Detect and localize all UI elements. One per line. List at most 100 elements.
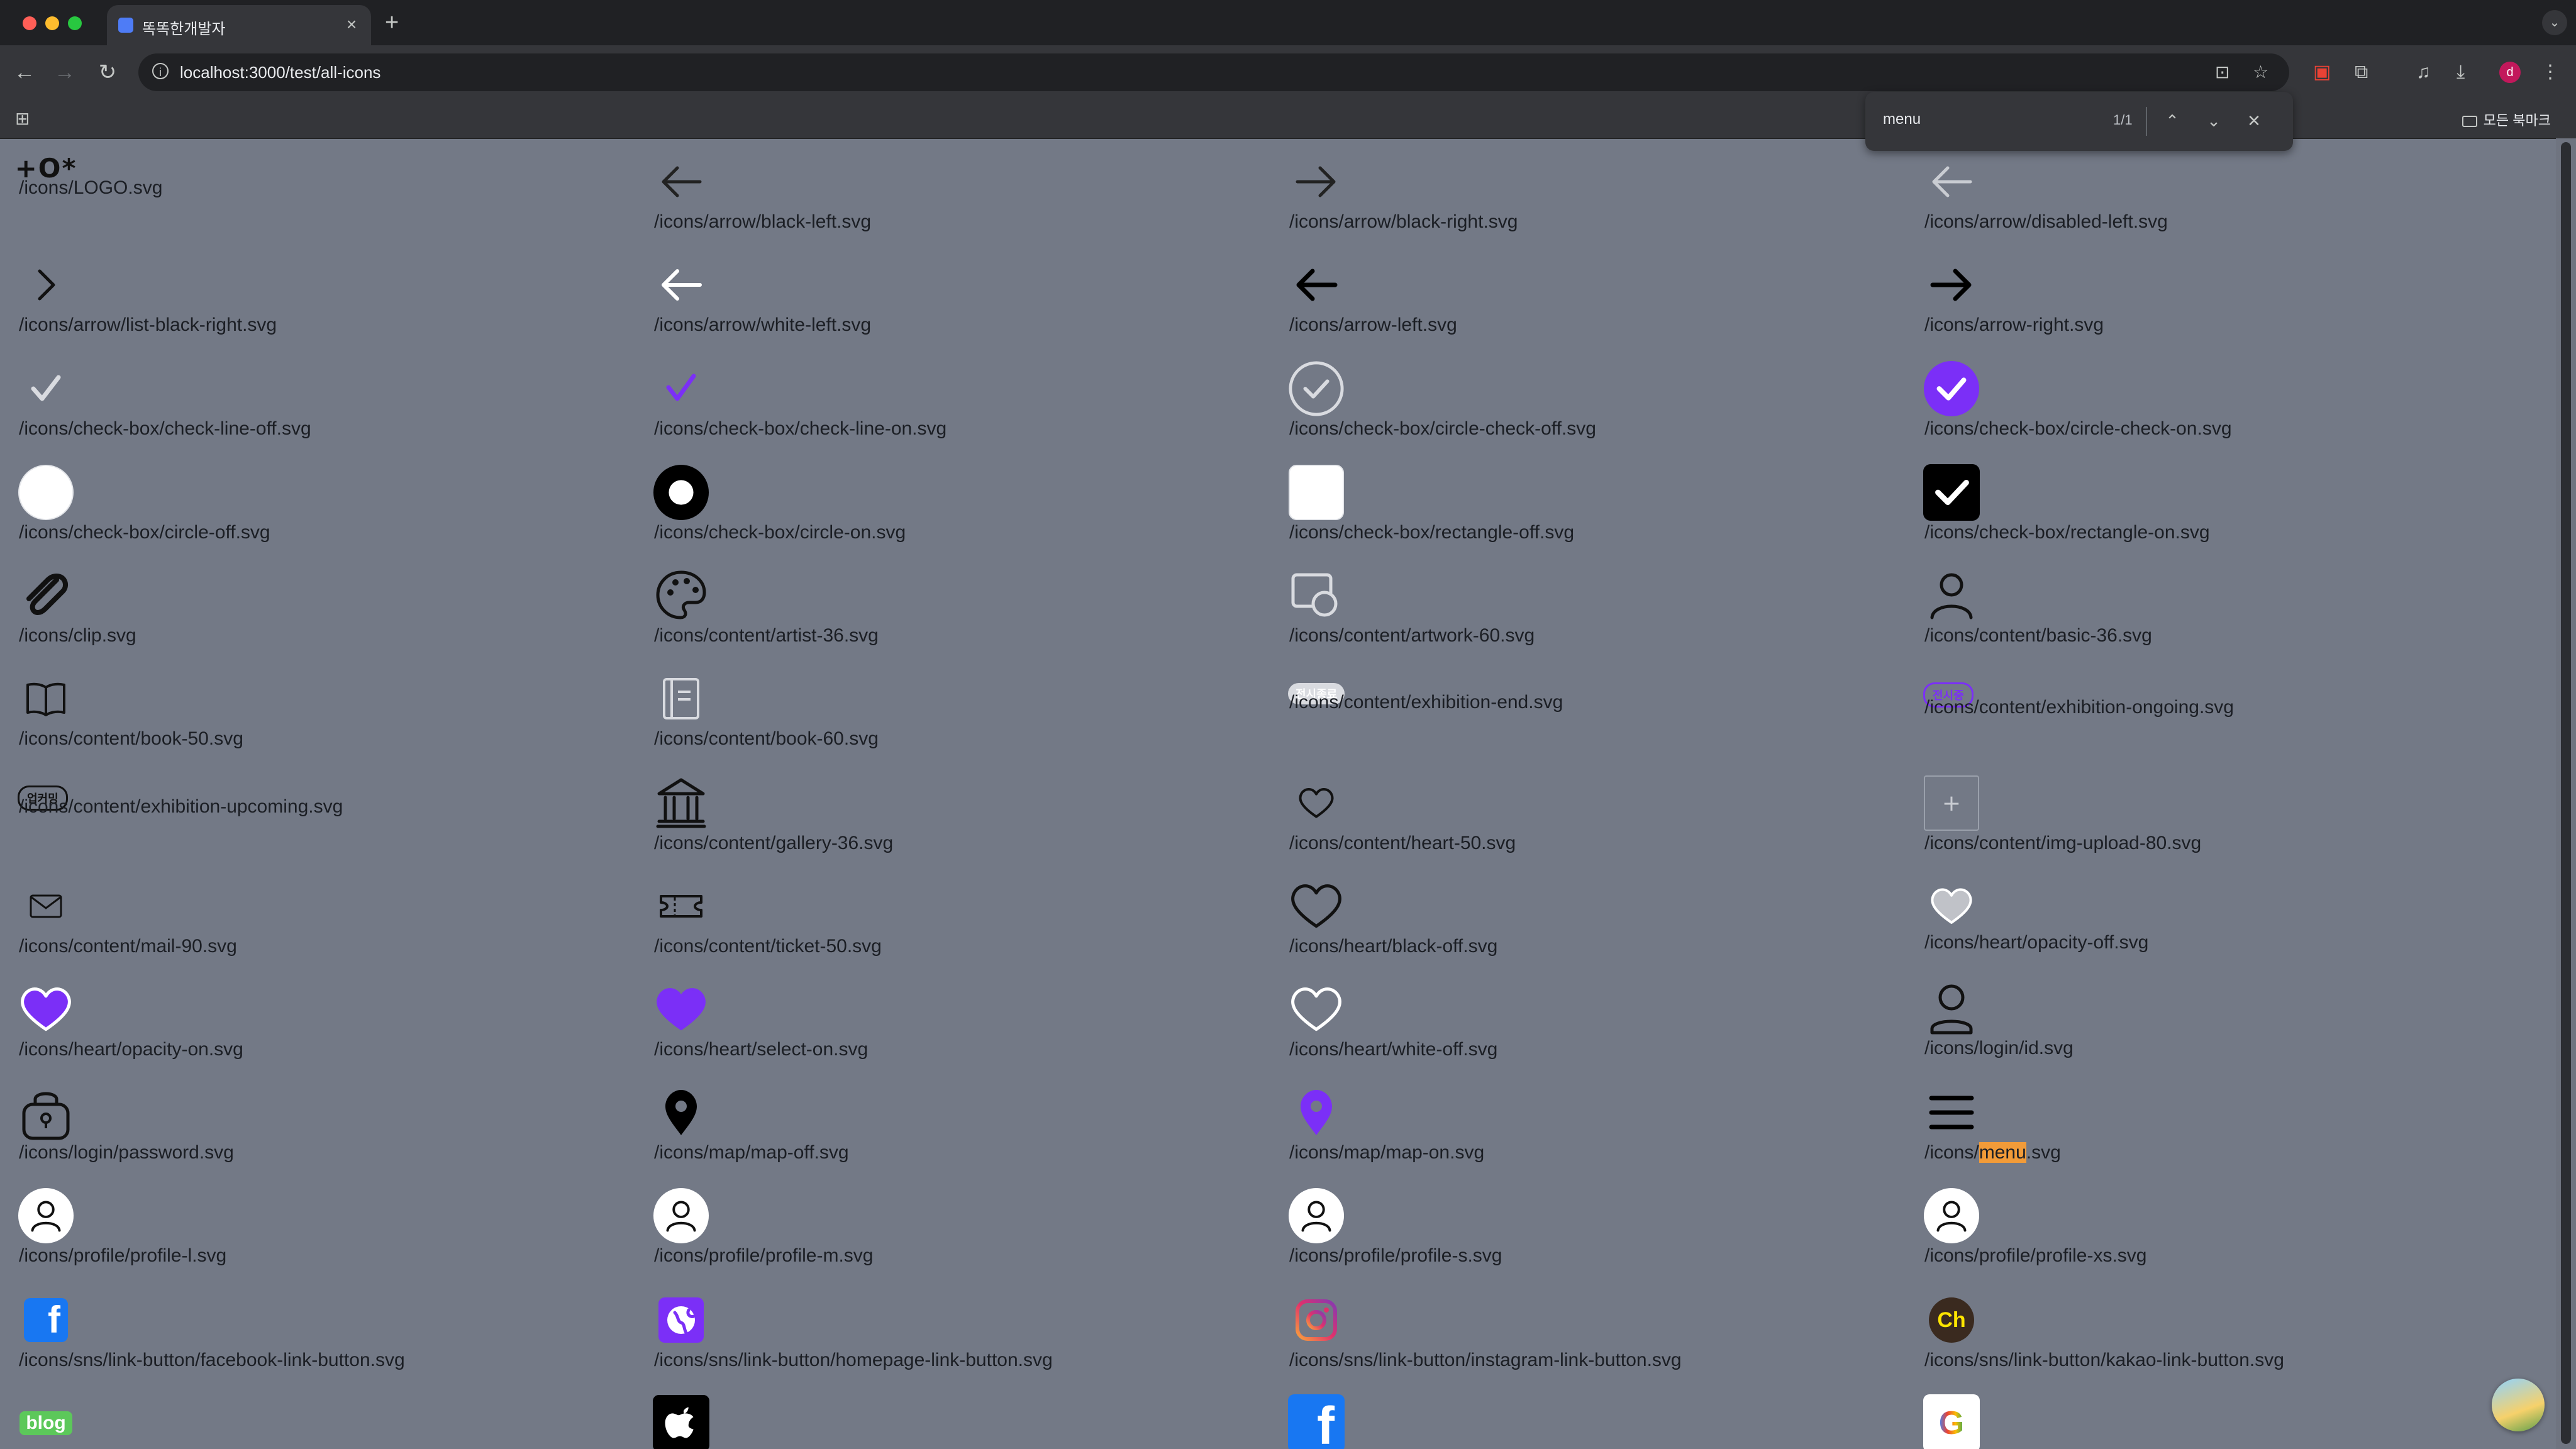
all-bookmarks-label: 모든 북마크 xyxy=(2483,113,2551,128)
mail-icon xyxy=(18,878,74,935)
icon-card: blog xyxy=(0,1390,629,1449)
minimize-window-button[interactable] xyxy=(45,16,59,30)
icon-path-label: /icons/heart/opacity-off.svg xyxy=(1924,932,2149,953)
book-icon xyxy=(653,670,709,727)
icon-card: /icons/content/book-50.svg xyxy=(0,665,629,766)
site-info-icon[interactable]: i xyxy=(152,63,169,79)
tab-strip: 똑똑한개발자 × + ⌄ xyxy=(0,0,2576,45)
icon-card: /icons/content/artist-36.svg xyxy=(635,562,1264,663)
icon-card: /icons/sns/link-button/homepage-link-but… xyxy=(635,1287,1264,1387)
extensions-puzzle-icon[interactable]: ⧉ xyxy=(2355,60,2368,84)
icon-card: /icons/profile/profile-m.svg xyxy=(635,1182,1264,1283)
icon-path-label: /icons/arrow/black-right.svg xyxy=(1289,211,1518,232)
apps-grid-icon[interactable]: ⊞ xyxy=(15,109,30,128)
tab-search-icon[interactable]: ⌄ xyxy=(2542,10,2567,35)
homepage-icon xyxy=(653,1292,709,1348)
close-window-button[interactable] xyxy=(23,16,36,30)
find-previous-icon[interactable]: ⌃ xyxy=(2161,109,2184,132)
icon-path-label: /icons/check-box/circle-check-on.svg xyxy=(1924,418,2232,439)
bookmark-star-icon[interactable]: ☆ xyxy=(2253,62,2268,83)
address-url[interactable]: localhost:3000/test/all-icons xyxy=(180,63,380,82)
check-on-icon xyxy=(653,360,709,417)
address-bar[interactable]: i localhost:3000/test/all-icons ⊡ ☆ xyxy=(138,53,2289,91)
path-prefix: /icons/ xyxy=(1924,1142,1979,1163)
icon-path-label: /icons/check-box/check-line-off.svg xyxy=(19,418,311,439)
icon-card: /icons/arrow/list-black-right.svg xyxy=(0,252,629,352)
circle-on-icon xyxy=(653,464,709,521)
icon-card: /icons/login/id.svg xyxy=(1906,976,2534,1077)
icon-path-label: /icons/sns/link-button/instagram-link-bu… xyxy=(1289,1350,1682,1370)
icon-path-label: /icons/login/password.svg xyxy=(19,1142,234,1163)
media-control-icon[interactable]: ♫ xyxy=(2416,60,2431,84)
icon-card: /icons/arrow-left.svg xyxy=(1270,252,1899,352)
new-tab-icon[interactable]: + xyxy=(385,10,399,35)
active-tab[interactable]: 똑똑한개발자 × xyxy=(107,5,371,45)
download-icon[interactable]: ⤓ xyxy=(2457,60,2465,84)
floating-avatar-button[interactable] xyxy=(2492,1379,2545,1431)
icon-path-label: /icons/content/img-upload-80.svg xyxy=(1924,833,2202,853)
icon-card: /icons/content/heart-50.svg xyxy=(1270,770,1899,870)
icon-card: 업커밍/icons/content/exhibition-upcoming.sv… xyxy=(0,770,629,870)
profile-icon xyxy=(1923,1187,1980,1244)
all-bookmarks-button[interactable]: 모든 북마크 xyxy=(2462,109,2551,130)
icon-path-label: /icons/sns/link-button/kakao-link-button… xyxy=(1924,1350,2284,1370)
find-next-icon[interactable]: ⌄ xyxy=(2202,109,2225,132)
icon-card: /icons/check-box/check-line-on.svg xyxy=(635,355,1264,456)
icon-path-label: /icons/heart/black-off.svg xyxy=(1289,936,1498,957)
icon-card: /icons/check-box/check-line-off.svg xyxy=(0,355,629,456)
icon-card: 전시중/icons/content/exhibition-ongoing.svg xyxy=(1906,665,2534,766)
icon-path-label: /icons/clip.svg xyxy=(19,625,136,646)
close-tab-icon[interactable]: × xyxy=(341,14,362,35)
reload-icon[interactable]: ↻ xyxy=(93,58,122,87)
arrow-left-icon xyxy=(653,153,709,210)
palette-icon xyxy=(653,567,709,624)
instagram-icon xyxy=(1288,1292,1345,1348)
favicon-icon xyxy=(118,18,133,33)
browser-menu-icon[interactable]: ⋮ xyxy=(2541,60,2560,84)
icon-card: /icons/profile/profile-xs.svg xyxy=(1906,1182,2534,1283)
find-input[interactable]: menu xyxy=(1883,111,1921,128)
icon-path-label: /icons/arrow/list-black-right.svg xyxy=(19,314,277,335)
icon-card: /icons/heart/select-on.svg xyxy=(635,976,1264,1077)
extension-red-icon[interactable]: ▣ xyxy=(2313,60,2331,84)
icon-path-label: /icons/profile/profile-xs.svg xyxy=(1924,1245,2147,1266)
icon-card: /icons/heart/white-off.svg xyxy=(1270,976,1899,1077)
maximize-window-button[interactable] xyxy=(68,16,82,30)
find-result-count: 1/1 xyxy=(2113,112,2133,128)
heart-small-icon xyxy=(1288,775,1345,831)
circle-check-off-icon xyxy=(1288,360,1345,417)
icon-path-label: /icons/arrow-right.svg xyxy=(1924,314,2104,335)
icon-card: /icons/heart/black-off.svg xyxy=(1270,873,1899,974)
icon-path-label: /icons/LOGO.svg xyxy=(19,177,163,198)
icon-path-label: /icons/content/basic-36.svg xyxy=(1924,625,2152,646)
icon-path-label: /icons/content/heart-50.svg xyxy=(1289,833,1516,853)
icon-path-label: /icons/menu.svg xyxy=(1924,1142,2061,1163)
gallery-icon xyxy=(653,775,709,831)
icon-card: /icons/check-box/circle-check-on.svg xyxy=(1906,355,2534,456)
icon-card: G xyxy=(1906,1390,2534,1449)
profile-avatar[interactable]: d xyxy=(2499,62,2521,83)
find-close-icon[interactable]: ✕ xyxy=(2243,109,2265,132)
find-in-page-icon[interactable]: ⊡ xyxy=(2215,62,2229,83)
scrollbar-thumb[interactable] xyxy=(2561,142,2571,1444)
icon-path-label: /icons/heart/opacity-on.svg xyxy=(19,1039,243,1060)
icon-path-label: /icons/map/map-on.svg xyxy=(1289,1142,1485,1163)
person-icon xyxy=(1923,567,1980,624)
icon-card: /icons/menu.svg xyxy=(1906,1079,2534,1180)
icon-path-label: /icons/content/book-60.svg xyxy=(654,728,879,749)
img-upload-icon: + xyxy=(1923,775,1980,831)
icon-path-label: /icons/map/map-off.svg xyxy=(654,1142,849,1163)
icon-path-label: /icons/heart/select-on.svg xyxy=(654,1039,869,1060)
icon-card: f/icons/sns/link-button/facebook-link-bu… xyxy=(0,1287,629,1387)
forward-icon[interactable]: → xyxy=(50,58,79,87)
icon-path-label: /icons/content/mail-90.svg xyxy=(19,936,237,957)
back-icon[interactable]: ← xyxy=(10,58,39,87)
icon-card: /icons/content/artwork-60.svg xyxy=(1270,562,1899,663)
icon-path-label: /icons/content/artwork-60.svg xyxy=(1289,625,1535,646)
icon-card: /icons/check-box/rectangle-off.svg xyxy=(1270,459,1899,560)
icon-card: /icons/arrow/white-left.svg xyxy=(635,252,1264,352)
icon-card: f xyxy=(1270,1390,1899,1449)
icon-path-label: /icons/arrow/white-left.svg xyxy=(654,314,872,335)
icon-path-label: /icons/profile/profile-l.svg xyxy=(19,1245,227,1266)
icon-path-label: /icons/sns/link-button/homepage-link-but… xyxy=(654,1350,1053,1370)
